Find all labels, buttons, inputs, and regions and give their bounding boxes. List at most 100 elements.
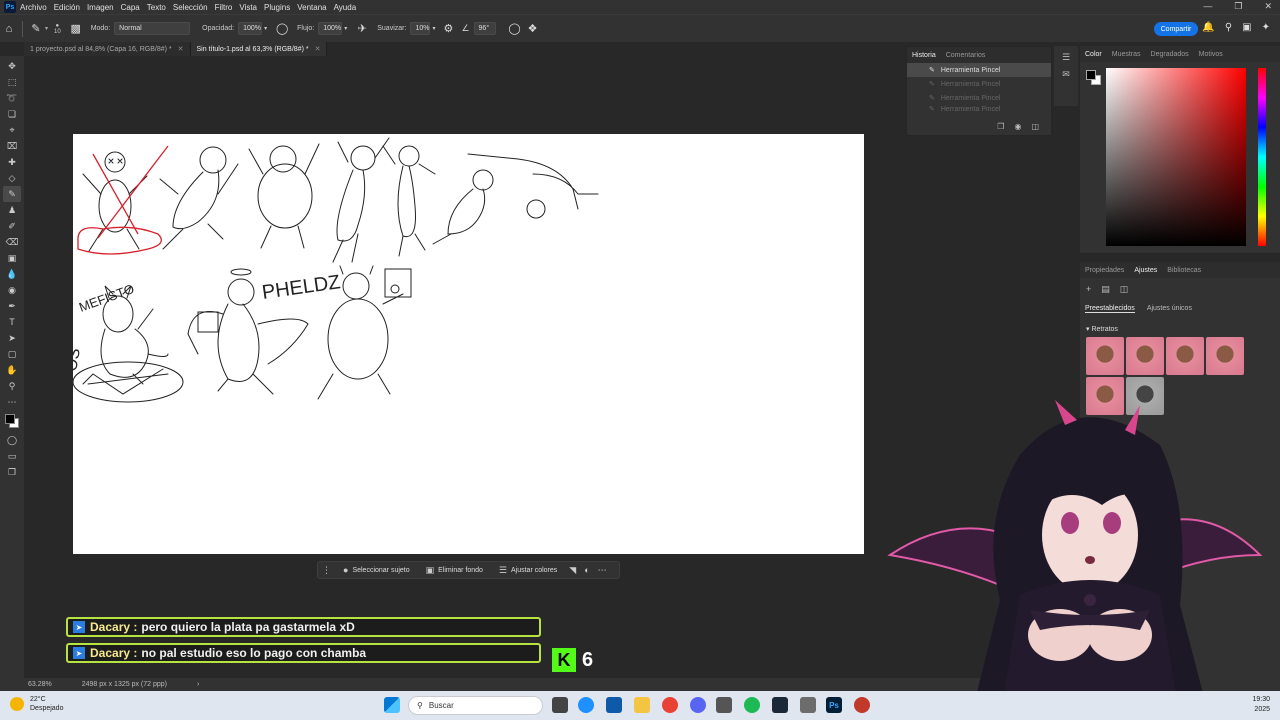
store-icon[interactable] [606, 697, 622, 713]
history-row[interactable]: ✎ Herramienta Pincel [907, 63, 1051, 77]
dodge-tool-icon[interactable]: ◉ [3, 282, 21, 298]
photoshop-taskbar-icon[interactable]: Ps [826, 697, 842, 713]
sparkle-icon[interactable]: ✦ [1262, 22, 1270, 33]
tab-historia[interactable]: Historia [907, 52, 941, 59]
tab-ajustes[interactable]: Ajustes [1129, 267, 1162, 274]
history-row[interactable]: ✎ Herramienta Pincel [907, 91, 1051, 105]
tab-bibliotecas[interactable]: Bibliotecas [1162, 267, 1206, 274]
tab-propiedades[interactable]: Propiedades [1080, 267, 1129, 274]
menu-imagen[interactable]: Imagen [87, 3, 114, 12]
folder-icon[interactable]: ▤ [1101, 284, 1110, 295]
share-button[interactable]: Compartir [1154, 22, 1198, 36]
camera-icon[interactable]: ◉ [1014, 122, 1021, 131]
chevron-right-icon[interactable]: › [197, 681, 199, 688]
preset-thumbnail[interactable] [1206, 337, 1244, 375]
edge-icon[interactable] [578, 697, 594, 713]
path-select-icon[interactable]: ➤ [3, 330, 21, 346]
eraser-icon[interactable]: ⌫ [3, 234, 21, 250]
tab-degradados[interactable]: Degradados [1146, 51, 1194, 58]
menu-vista[interactable]: Vista [239, 3, 257, 12]
tab-comentarios[interactable]: Comentarios [941, 52, 991, 59]
move-tool-icon[interactable]: ✥ [3, 58, 21, 74]
menu-filtro[interactable]: Filtro [215, 3, 233, 12]
restore-icon[interactable]: ❐ [1234, 1, 1242, 12]
screen-mode-icon[interactable]: ▭ [3, 448, 21, 464]
eyedropper-icon[interactable]: ✚ [3, 154, 21, 170]
shape-tool-icon[interactable]: ▢ [3, 346, 21, 362]
tab-motivos[interactable]: Motivos [1194, 51, 1228, 58]
mask-icon[interactable]: ◐ [580, 565, 593, 575]
color-swatches[interactable] [3, 410, 21, 432]
new-document-icon[interactable]: ❐ [997, 122, 1004, 131]
tab-sin-titulo[interactable]: Sin título-1.psd al 63,3% (RGB/8#) * ✕ [190, 42, 328, 56]
history-brush-icon[interactable]: ✐ [3, 218, 21, 234]
menu-ventana[interactable]: Ventana [297, 3, 326, 12]
bell-icon[interactable]: 🔔 [1202, 22, 1214, 33]
brush-tool-icon[interactable]: ✎ [3, 186, 21, 202]
layers-icon[interactable]: ☰ [1062, 52, 1070, 63]
close-icon[interactable]: ✕ [1264, 1, 1272, 12]
weather-widget[interactable]: 22°C Despejado [10, 695, 63, 713]
more-options-icon[interactable]: ⋯ [594, 565, 611, 576]
gradient-tool-icon[interactable]: ▣ [3, 250, 21, 266]
crop-tool-icon[interactable]: ⌖ [3, 122, 21, 138]
tab-proyecto[interactable]: 1 proyecto.psd al 84,8% (Capa 16, RGB/8#… [24, 42, 191, 56]
minimize-icon[interactable]: — [1203, 1, 1212, 12]
foreground-color-swatch[interactable] [1086, 70, 1096, 80]
flow-field[interactable]: 100% [318, 22, 343, 35]
menu-edicion[interactable]: Edición [54, 3, 80, 12]
healing-brush-icon[interactable]: ◇ [3, 170, 21, 186]
subtab-preestablecidos[interactable]: Preestablecidos [1085, 305, 1135, 313]
windows-start-icon[interactable] [384, 697, 400, 713]
task-view-icon[interactable] [552, 697, 568, 713]
chrome-icon[interactable] [662, 697, 678, 713]
brush-preset-picker[interactable]: ● 10 [54, 23, 61, 35]
trash-icon[interactable]: ◫ [1120, 284, 1129, 295]
more-tools-icon[interactable]: ⋯ [3, 394, 21, 410]
type-tool-icon[interactable]: T [3, 314, 21, 330]
spotify-icon[interactable] [744, 697, 760, 713]
menu-archivo[interactable]: Archivo [20, 3, 47, 12]
discord-icon[interactable] [690, 697, 706, 713]
drag-handle-icon[interactable]: ⋮ [318, 565, 335, 576]
preset-thumbnail[interactable] [1166, 337, 1204, 375]
app-icon[interactable] [716, 697, 732, 713]
brush-tool-icon[interactable]: ✎ [27, 20, 45, 38]
opacity-field[interactable]: 100% [238, 22, 263, 35]
lasso-tool-icon[interactable]: ➰ [3, 90, 21, 106]
zoom-tool-icon[interactable]: ⚲ [3, 378, 21, 394]
app-icon[interactable] [854, 697, 870, 713]
tab-color[interactable]: Color [1080, 51, 1107, 58]
adjust-colors-button[interactable]: ☰ Ajustar colores [491, 565, 565, 576]
brush-settings-icon[interactable]: ▩ [67, 20, 85, 38]
gear-icon[interactable]: ⚙ [439, 20, 457, 38]
mode-dropdown[interactable]: Normal [114, 22, 191, 35]
chevron-down-icon[interactable]: ▾ [344, 25, 347, 32]
close-icon[interactable]: ✕ [178, 45, 184, 53]
hue-slider[interactable] [1258, 68, 1266, 246]
app-icon[interactable] [800, 697, 816, 713]
menu-plugins[interactable]: Plugins [264, 3, 290, 12]
menu-ayuda[interactable]: Ayuda [334, 3, 357, 12]
blur-tool-icon[interactable]: 💧 [3, 266, 21, 282]
object-select-icon[interactable]: ❏ [3, 106, 21, 122]
history-row[interactable]: ✎ Herramienta Pincel [907, 77, 1051, 91]
pen-tool-icon[interactable]: ✒ [3, 298, 21, 314]
transform-icon[interactable]: ◥ [565, 565, 580, 576]
chevron-down-icon[interactable]: ▾ [264, 25, 267, 32]
close-icon[interactable]: ✕ [315, 45, 321, 53]
smooth-field[interactable]: 10% [410, 22, 431, 35]
menu-seleccion[interactable]: Selección [173, 3, 208, 12]
trash-icon[interactable]: ◫ [1031, 122, 1039, 131]
file-explorer-icon[interactable] [634, 697, 650, 713]
artboard-icon[interactable]: ❐ [3, 464, 21, 480]
quick-mask-icon[interactable]: ◯ [3, 432, 21, 448]
preset-thumbnail[interactable] [1086, 337, 1124, 375]
pressure-size-icon[interactable]: ◯ [506, 20, 524, 38]
history-row[interactable]: ✎ Herramienta Pincel [907, 105, 1051, 114]
stamp-tool-icon[interactable]: ♟ [3, 202, 21, 218]
home-icon[interactable]: ⌂ [0, 20, 18, 38]
select-subject-button[interactable]: ● Seleccionar sujeto [335, 565, 418, 575]
add-icon[interactable]: + [1086, 284, 1091, 295]
chevron-down-icon[interactable]: ▾ [432, 25, 435, 32]
